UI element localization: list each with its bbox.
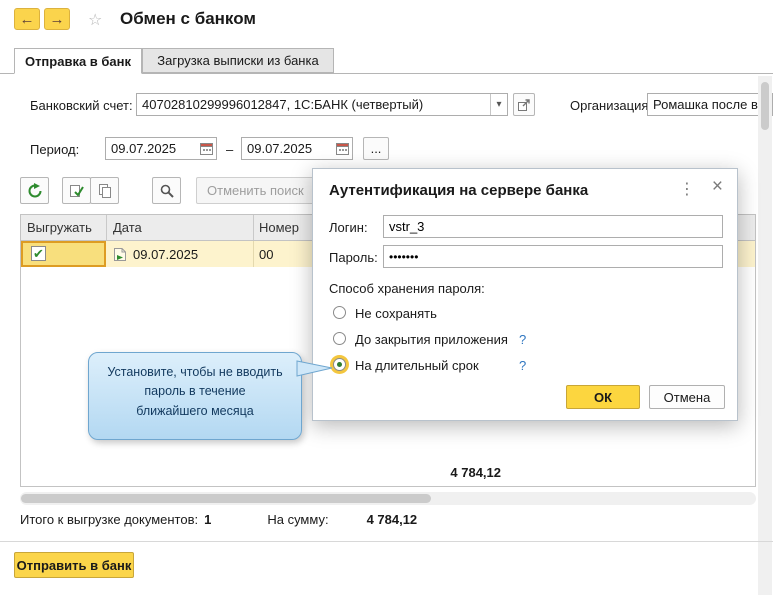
- password-label: Пароль:: [329, 250, 378, 265]
- open-icon: [517, 98, 531, 112]
- auth-dialog: Аутентификация на сервере банка ⋮ × Логи…: [312, 168, 738, 421]
- period-to-value: 09.07.2025: [247, 141, 335, 156]
- favorite-star-icon[interactable]: ☆: [88, 10, 102, 30]
- cancel-search-label: Отменить поиск: [207, 183, 304, 198]
- password-input[interactable]: [383, 245, 723, 268]
- active-cell-upload[interactable]: ✔: [21, 241, 106, 267]
- period-more-button[interactable]: ...: [363, 137, 389, 160]
- login-label: Логин:: [329, 220, 368, 235]
- page-title: Обмен с банком: [120, 9, 256, 29]
- tab-send-label: Отправка в банк: [25, 54, 131, 69]
- horizontal-scrollbar[interactable]: [20, 492, 756, 505]
- period-dash: –: [226, 142, 233, 157]
- check-all-icon: [69, 183, 85, 199]
- upload-checkbox-checked[interactable]: ✔: [31, 246, 46, 261]
- period-from-value: 09.07.2025: [111, 141, 199, 156]
- password-storage-label: Способ хранения пароля:: [329, 281, 485, 296]
- ok-button-label: ОК: [594, 390, 612, 405]
- horizontal-scrollbar-thumb[interactable]: [21, 494, 431, 503]
- kebab-menu-icon[interactable]: ⋮: [679, 179, 695, 199]
- period-from-field[interactable]: 09.07.2025: [105, 137, 217, 160]
- total-docs-label: Итого к выгрузке документов:: [20, 512, 198, 527]
- table-total-sum: 4 784,12: [259, 465, 501, 480]
- radio-until-close-label: До закрытия приложения: [355, 332, 508, 347]
- callout-line3: ближайшего месяца: [95, 402, 295, 421]
- column-header-number[interactable]: Номер: [259, 220, 299, 235]
- column-header-upload[interactable]: Выгружать: [27, 220, 92, 235]
- send-to-bank-button[interactable]: Отправить в банк: [14, 552, 134, 578]
- organization-value: Ромашка после в: [653, 97, 767, 112]
- tab-load-statement[interactable]: Загрузка выписки из банка: [142, 48, 334, 73]
- chevron-down-icon[interactable]: ▾: [490, 94, 507, 115]
- dialog-title: Аутентификация на сервере банка: [329, 182, 588, 199]
- refresh-button[interactable]: [20, 177, 49, 204]
- period-more-label: ...: [371, 141, 382, 156]
- vertical-scrollbar-thumb[interactable]: [761, 82, 769, 130]
- send-to-bank-label: Отправить в банк: [17, 558, 132, 573]
- footer-divider: [0, 541, 773, 542]
- tab-send-to-bank[interactable]: Отправка в банк: [14, 48, 142, 74]
- bank-account-label: Банковский счет:: [30, 98, 133, 113]
- tab-load-label: Загрузка выписки из банка: [157, 53, 318, 68]
- calendar-icon[interactable]: [335, 141, 350, 156]
- organization-label: Организация:: [570, 98, 652, 113]
- search-icon: [159, 183, 175, 199]
- ok-button[interactable]: ОК: [566, 385, 640, 409]
- callout-tail: [296, 356, 334, 380]
- radio-do-not-save-label: Не сохранять: [355, 306, 437, 321]
- footer-summary: Итого к выгрузке документов: 1 На сумму:…: [20, 512, 417, 527]
- cancel-button-label: Отмена: [664, 390, 711, 405]
- copy-sheets-icon: [97, 183, 113, 199]
- check-all-button[interactable]: [62, 177, 91, 204]
- period-to-field[interactable]: 09.07.2025: [241, 137, 353, 160]
- radio-do-not-save[interactable]: [333, 306, 346, 319]
- bank-account-combo[interactable]: 40702810299996012847, 1С:БАНК (четвертый…: [136, 93, 508, 116]
- close-icon[interactable]: ×: [712, 176, 723, 198]
- document-icon: [113, 247, 127, 262]
- bank-account-value: 40702810299996012847, 1С:БАНК (четвертый…: [142, 97, 490, 112]
- bank-exchange-window: ← → ☆ Обмен с банком Отправка в банк Заг…: [0, 0, 773, 595]
- back-button[interactable]: ←: [14, 8, 40, 30]
- refresh-icon: [27, 183, 43, 199]
- column-header-date[interactable]: Дата: [113, 220, 142, 235]
- column-divider: [253, 241, 254, 267]
- sum-value: 4 784,12: [367, 512, 418, 527]
- forward-arrow-icon: →: [50, 11, 65, 28]
- sum-label: На сумму:: [267, 512, 328, 527]
- column-divider: [253, 215, 254, 240]
- login-input[interactable]: [383, 215, 723, 238]
- radio-until-close[interactable]: [333, 332, 346, 345]
- row-number: 00: [259, 247, 273, 262]
- total-docs-count: 1: [204, 512, 211, 527]
- uncheck-all-button[interactable]: [90, 177, 119, 204]
- callout-line2: пароль в течение: [95, 382, 295, 401]
- column-divider: [106, 215, 107, 240]
- password-input-value[interactable]: [389, 250, 717, 264]
- calendar-icon[interactable]: [199, 141, 214, 156]
- forward-button[interactable]: →: [44, 8, 70, 30]
- back-arrow-icon: ←: [20, 11, 35, 28]
- organization-field[interactable]: Ромашка после в: [647, 93, 773, 116]
- bank-account-open-button[interactable]: [513, 93, 535, 116]
- cancel-button[interactable]: Отмена: [649, 385, 725, 409]
- callout-line1: Установите, чтобы не вводить: [95, 363, 295, 382]
- radio-long-term-selected[interactable]: [333, 358, 346, 371]
- radio-long-term-label: На длительный срок: [355, 358, 479, 373]
- annotation-callout: Установите, чтобы не вводить пароль в те…: [88, 352, 302, 440]
- login-input-value[interactable]: [389, 219, 717, 234]
- help-link-long-term[interactable]: ?: [519, 358, 526, 373]
- row-date: 09.07.2025: [133, 247, 198, 262]
- vertical-scrollbar[interactable]: [758, 76, 772, 595]
- search-button[interactable]: [152, 177, 181, 204]
- period-label: Период:: [30, 142, 79, 157]
- help-link-until-close[interactable]: ?: [519, 332, 526, 347]
